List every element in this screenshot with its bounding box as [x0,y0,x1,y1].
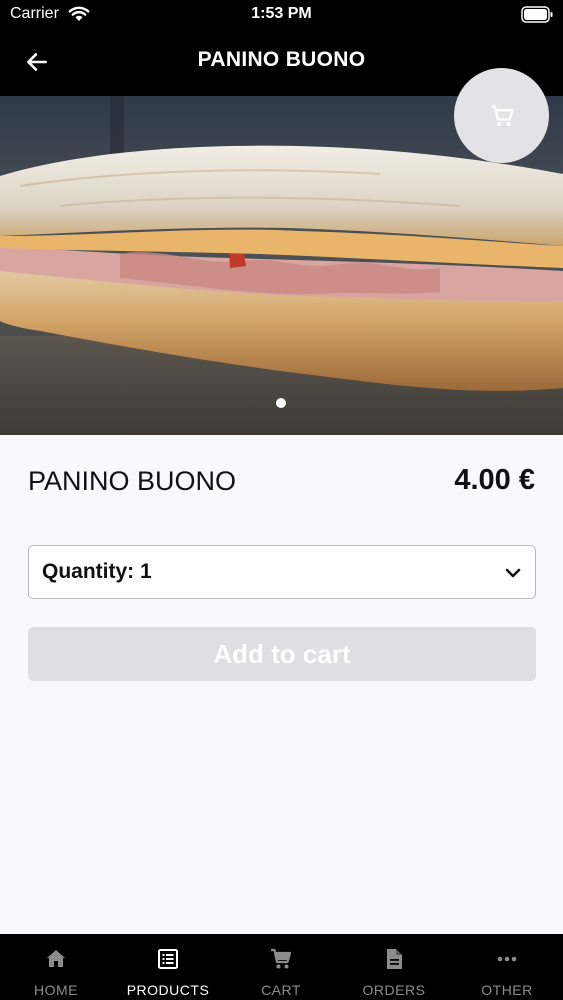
list-icon [158,949,178,969]
product-name: PANINO BUONO [28,466,237,496]
battery-icon [521,6,553,23]
arrow-left-icon[interactable] [24,49,50,75]
tab-other-label: OTHER [481,982,533,998]
tab-orders[interactable]: ORDERS [338,934,450,1000]
more-icon [497,956,517,962]
clock: 1:53 PM [251,5,312,22]
tab-other[interactable]: OTHER [451,934,563,1000]
cart-button[interactable] [454,68,549,163]
quantity-label: Quantity: 1 [42,560,152,583]
bottom-tab-bar: HOME PRODUCTS CART ORDERS OTHER [0,934,563,1000]
document-icon [387,949,402,969]
tab-home-label: HOME [34,982,78,998]
add-to-cart-button[interactable]: Add to cart [28,627,536,681]
tab-home[interactable]: HOME [0,934,112,1000]
cart-icon [271,948,292,969]
tab-products[interactable]: PRODUCTS [112,934,224,1000]
cart-icon [491,105,514,127]
home-icon [47,950,65,967]
tab-products-label: PRODUCTS [126,982,210,998]
tab-cart-label: CART [261,982,301,998]
quantity-select[interactable]: Quantity: 1 [28,545,536,599]
status-bar: Carrier 1:53 PM [0,0,563,30]
product-price: 4.00 € [454,464,535,496]
tab-cart[interactable]: CART [225,934,337,1000]
tab-orders-label: ORDERS [362,982,426,998]
page-title: PANINO BUONO [197,48,366,71]
chevron-down-icon [505,568,521,578]
carousel-dot-active[interactable] [276,398,286,408]
